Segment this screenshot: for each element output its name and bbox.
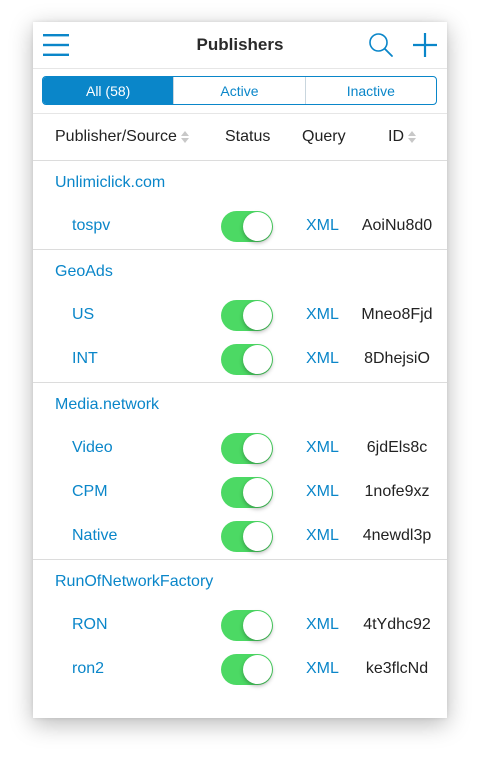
publisher-group-title[interactable]: GeoAds [33, 250, 447, 294]
source-name[interactable]: RON [72, 616, 108, 634]
plus-icon [413, 33, 437, 57]
filter-bar: All (58) Active Inactive [33, 69, 447, 114]
app-window: Publishers All (58) Active Inactive Publ… [33, 22, 447, 718]
query-link[interactable]: XML [306, 350, 339, 368]
toggle-knob [243, 212, 272, 241]
column-header-id-label: ID [388, 128, 404, 145]
tab-all[interactable]: All (58) [43, 77, 174, 104]
query-link[interactable]: XML [306, 527, 339, 545]
tab-active[interactable]: Active [173, 77, 304, 104]
toggle-knob [243, 301, 272, 330]
status-toggle[interactable] [221, 433, 273, 464]
status-toggle[interactable] [221, 300, 273, 331]
toggle-knob [243, 434, 272, 463]
add-publisher-button[interactable] [410, 30, 440, 60]
source-name[interactable]: Video [72, 439, 113, 457]
toggle-knob [243, 655, 272, 684]
publisher-list: Unlimiclick.com tospv XML AoiNu8d0 GeoAd… [33, 161, 447, 692]
toggle-knob [243, 611, 272, 640]
source-name[interactable]: tospv [72, 217, 110, 235]
table-header: Publisher/Source Status Query ID [33, 114, 447, 161]
toggle-knob [243, 478, 272, 507]
source-row: Native XML 4newdl3p [33, 515, 447, 559]
search-button[interactable] [366, 30, 396, 60]
source-row: Video XML 6jdEls8c [33, 427, 447, 471]
publisher-group-title[interactable]: Media.network [33, 383, 447, 427]
source-name[interactable]: INT [72, 350, 98, 368]
source-row: CPM XML 1nofe9xz [33, 471, 447, 515]
source-id: 6jdEls8c [366, 439, 428, 456]
source-name[interactable]: ron2 [72, 660, 104, 678]
filter-segmented-control: All (58) Active Inactive [42, 76, 437, 105]
status-toggle[interactable] [221, 610, 273, 641]
publisher-group: GeoAds US XML Mneo8Fjd INT XML 8DhejsiO [33, 250, 447, 383]
source-row: RON XML 4tYdhc92 [33, 604, 447, 648]
publisher-group: RunOfNetworkFactory RON XML 4tYdhc92 ron… [33, 560, 447, 692]
query-link[interactable]: XML [306, 217, 339, 235]
tab-inactive[interactable]: Inactive [304, 77, 436, 104]
column-header-id[interactable]: ID [388, 128, 416, 146]
column-header-query: Query [302, 128, 346, 145]
status-toggle[interactable] [221, 477, 273, 508]
publisher-group-title[interactable]: Unlimiclick.com [33, 161, 447, 205]
navigation-bar: Publishers [33, 22, 447, 69]
query-link[interactable]: XML [306, 306, 339, 324]
source-name[interactable]: US [72, 306, 94, 324]
column-header-publisher-label: Publisher/Source [55, 128, 177, 145]
source-id: Mneo8Fjd [361, 306, 433, 323]
publisher-group-title[interactable]: RunOfNetworkFactory [33, 560, 447, 604]
source-id: AoiNu8d0 [361, 217, 433, 234]
source-id: 4tYdhc92 [363, 616, 431, 633]
source-id: 8DhejsiO [364, 350, 430, 367]
source-id: ke3flcNd [365, 660, 429, 677]
status-toggle[interactable] [221, 654, 273, 685]
query-link[interactable]: XML [306, 660, 339, 678]
status-toggle[interactable] [221, 521, 273, 552]
column-header-publisher[interactable]: Publisher/Source [55, 128, 189, 146]
sort-arrows-icon [408, 131, 416, 143]
sort-arrows-icon [180, 131, 189, 143]
source-row: ron2 XML ke3flcNd [33, 648, 447, 692]
source-row: tospv XML AoiNu8d0 [33, 205, 447, 249]
source-row: INT XML 8DhejsiO [33, 338, 447, 382]
source-name[interactable]: CPM [72, 483, 108, 501]
toggle-knob [243, 522, 272, 551]
query-link[interactable]: XML [306, 439, 339, 457]
source-name[interactable]: Native [72, 527, 117, 545]
column-header-status: Status [225, 128, 271, 145]
publisher-group: Unlimiclick.com tospv XML AoiNu8d0 [33, 161, 447, 250]
query-link[interactable]: XML [306, 616, 339, 634]
search-icon [369, 33, 393, 57]
status-toggle[interactable] [221, 211, 273, 242]
publisher-group: Media.network Video XML 6jdEls8c CPM XML… [33, 383, 447, 560]
toggle-knob [243, 345, 272, 374]
query-link[interactable]: XML [306, 483, 339, 501]
source-id: 1nofe9xz [364, 483, 430, 500]
source-id: 4newdl3p [362, 527, 432, 544]
source-row: US XML Mneo8Fjd [33, 294, 447, 338]
status-toggle[interactable] [221, 344, 273, 375]
